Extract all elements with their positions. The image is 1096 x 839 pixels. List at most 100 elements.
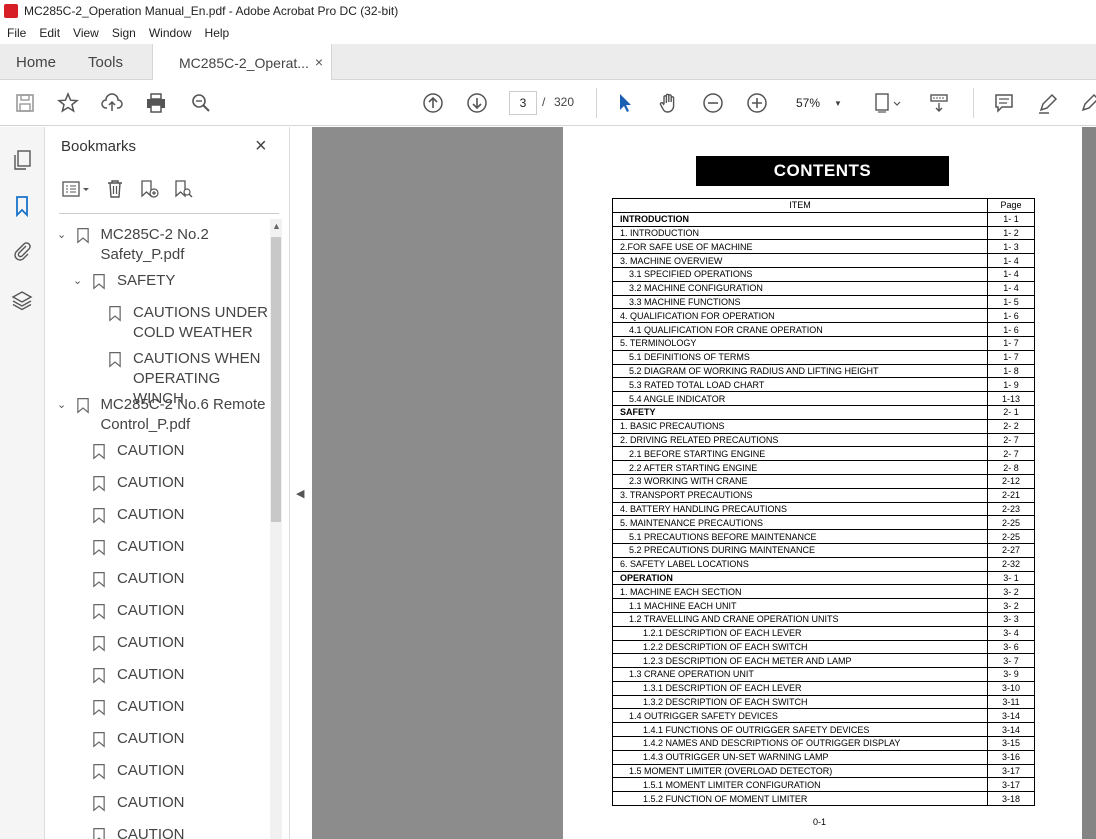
toc-item-cell: 1.4.1 FUNCTIONS OF OUTRIGGER SAFETY DEVI…	[612, 722, 988, 738]
collapse-panel-icon[interactable]: ◀	[296, 487, 304, 500]
table-row: 3. TRANSPORT PRECAUTIONS 2-21	[612, 487, 1035, 503]
toc-page-cell: 1- 6	[987, 322, 1035, 337]
chevron-down-icon[interactable]: ⌄	[73, 274, 87, 294]
bookmark-item[interactable]: CAUTION	[93, 441, 185, 464]
page-thumbnails-icon[interactable]	[11, 149, 35, 173]
zoom-level-select[interactable]: 57% ▼	[790, 91, 848, 115]
table-row: 1.3.2 DESCRIPTION OF EACH SWITCH 3-11	[612, 694, 1035, 710]
bookmark-icon	[93, 795, 107, 816]
chevron-down-icon[interactable]: ⌄	[57, 398, 71, 435]
bookmark-item[interactable]: ⌄ SAFETY	[73, 271, 175, 294]
toc-page-cell: 1- 1	[987, 211, 1035, 227]
document-view[interactable]: CONTENTS ITEM Page INTRODUCTION 1- 1 1. IN…	[312, 127, 1096, 839]
bookmark-label: MC285C-2 No.2 Safety_P.pdf	[100, 226, 209, 263]
table-row: 5.3 RATED TOTAL LOAD CHART 1- 9	[612, 377, 1035, 393]
bookmark-icon	[93, 507, 107, 528]
toc-page-cell: 2- 7	[987, 446, 1035, 462]
page-fit-icon[interactable]	[872, 91, 906, 115]
toc-item-cell: 5. MAINTENANCE PRECAUTIONS	[612, 515, 988, 531]
table-row: 5.4 ANGLE INDICATOR 1-13	[612, 391, 1035, 406]
zoom-search-icon[interactable]	[189, 91, 213, 115]
bookmark-icon	[93, 443, 107, 464]
toc-page-cell: 2-25	[987, 529, 1035, 544]
toc-item-cell: 4.1 QUALIFICATION FOR CRANE OPERATION	[612, 322, 988, 337]
tab-home[interactable]: Home	[16, 44, 56, 80]
scrollbar-thumb[interactable]	[271, 237, 281, 522]
toc-item-cell: 1. BASIC PRECAUTIONS	[612, 418, 988, 434]
cloud-upload-icon[interactable]	[100, 91, 124, 115]
print-icon[interactable]	[144, 91, 168, 115]
bookmarks-scrollbar[interactable]: ▲	[270, 219, 282, 839]
chevron-down-icon[interactable]: ⌄	[57, 228, 71, 265]
bookmark-panel-icon[interactable]	[11, 195, 35, 219]
bookmark-item[interactable]: CAUTION	[93, 729, 185, 752]
bookmark-item[interactable]: CAUTION	[93, 633, 185, 656]
star-icon[interactable]	[56, 91, 80, 115]
bookmark-icon	[93, 827, 107, 839]
select-cursor-icon[interactable]	[613, 91, 637, 115]
table-row: 1.2.2 DESCRIPTION OF EACH SWITCH 3- 6	[612, 639, 1035, 655]
previous-page-icon[interactable]	[421, 91, 445, 115]
bookmarks-panel-title: Bookmarks	[61, 138, 137, 155]
save-icon[interactable]	[13, 91, 37, 115]
bookmark-item[interactable]: CAUTION	[93, 569, 185, 592]
find-bookmark-icon[interactable]	[171, 177, 195, 201]
bookmark-options-icon[interactable]	[59, 177, 93, 201]
bookmark-item[interactable]: CAUTION	[93, 537, 185, 560]
close-icon[interactable]: ×	[255, 135, 267, 158]
toc-page-cell: 3- 6	[987, 639, 1035, 655]
bookmarks-toolbar	[59, 175, 205, 203]
bookmark-item[interactable]: CAUTION	[93, 505, 185, 528]
attachment-icon[interactable]	[11, 240, 35, 264]
bookmark-item[interactable]: CAUTION	[93, 761, 185, 784]
zoom-out-icon[interactable]	[701, 91, 725, 115]
bookmark-item[interactable]: CAUTION	[93, 473, 185, 496]
bookmark-item[interactable]: CAUTION	[93, 665, 185, 688]
menu-edit[interactable]: Edit	[32, 26, 66, 40]
menu-file[interactable]: File	[0, 26, 32, 40]
draw-icon[interactable]	[1078, 91, 1096, 115]
bookmark-item[interactable]: CAUTION	[93, 601, 185, 624]
table-row: 2.FOR SAFE USE OF MACHINE 1- 3	[612, 239, 1035, 255]
hand-tool-icon[interactable]	[657, 91, 681, 115]
toc-item-cell: 1.5.2 FUNCTION OF MOMENT LIMITER	[612, 791, 988, 807]
toc-item-cell: 5.1 PRECAUTIONS BEFORE MAINTENANCE	[612, 529, 988, 544]
toc-page-cell: 3-18	[987, 791, 1035, 807]
toc-item-cell: 3. TRANSPORT PRECAUTIONS	[612, 487, 988, 503]
tab-tools[interactable]: Tools	[88, 44, 123, 80]
bookmark-item[interactable]: ⌄ MC285C-2 No.2 Safety_P.pdf	[57, 225, 267, 265]
bookmark-label: CAUTIONS UNDER COLD WEATHER	[133, 304, 269, 341]
bookmark-item[interactable]: CAUTION	[93, 825, 185, 839]
zoom-level-value: 57%	[796, 96, 821, 110]
scroll-mode-icon[interactable]	[927, 91, 951, 115]
bookmark-item[interactable]: CAUTIONS UNDER COLD WEATHER	[109, 303, 270, 343]
layers-icon[interactable]	[11, 289, 35, 313]
zoom-in-icon[interactable]	[745, 91, 769, 115]
highlight-pen-icon[interactable]	[1036, 91, 1060, 115]
table-row: 1.4.3 OUTRIGGER UN-SET WARNING LAMP 3-16	[612, 749, 1035, 765]
toc-page-cell: 3-10	[987, 680, 1035, 696]
next-page-icon[interactable]	[465, 91, 489, 115]
new-bookmark-icon[interactable]	[137, 177, 161, 201]
page-number-input[interactable]: 3	[509, 91, 537, 115]
scroll-up-icon[interactable]: ▲	[272, 221, 281, 231]
menu-view[interactable]: View	[66, 26, 105, 40]
menu-sign[interactable]: Sign	[105, 26, 142, 40]
bookmark-label: CAUTION	[117, 762, 185, 779]
table-row: 4.1 QUALIFICATION FOR CRANE OPERATION 1- …	[612, 322, 1035, 337]
bookmark-item[interactable]: CAUTION	[93, 793, 185, 816]
bookmark-item[interactable]: ⌄ MC285C-2 No.6 Remote Control_P.pdf	[57, 395, 267, 435]
menu-window[interactable]: Window	[142, 26, 198, 40]
toc-item-cell: 2.1 BEFORE STARTING ENGINE	[612, 446, 988, 462]
bookmark-item[interactable]: CAUTION	[93, 697, 185, 720]
bookmark-label: CAUTION	[117, 730, 185, 747]
tab-document[interactable]: MC285C-2_Operat... ×	[152, 44, 332, 81]
toc-item-cell: 1.4.3 OUTRIGGER UN-SET WARNING LAMP	[612, 749, 988, 765]
close-tab-icon[interactable]: ×	[315, 54, 323, 70]
menu-help[interactable]: Help	[198, 26, 236, 40]
comment-icon[interactable]	[992, 91, 1016, 115]
toc-page-cell: 1- 7	[987, 349, 1035, 365]
delete-icon[interactable]	[103, 177, 127, 201]
bookmark-icon	[93, 571, 107, 592]
toc-page-cell: 1- 4	[987, 266, 1035, 282]
